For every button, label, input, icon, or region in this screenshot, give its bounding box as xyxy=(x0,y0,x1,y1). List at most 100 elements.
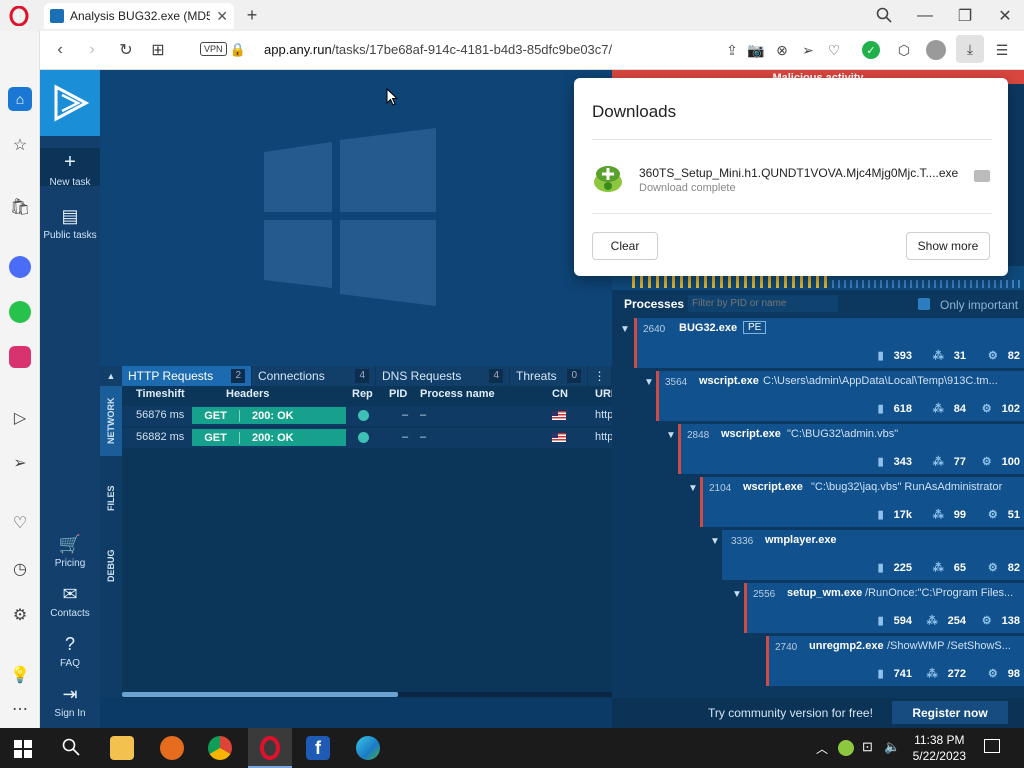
instagram-icon[interactable] xyxy=(9,346,31,368)
settings-gear-icon[interactable]: ⚙ xyxy=(8,603,32,627)
tab-threats[interactable]: Threats 0 xyxy=(510,366,588,386)
download-item[interactable]: 360TS_Setup_Mini.h1.QUNDT1VOVA.Mjc4Mjg0M… xyxy=(592,158,992,198)
faq-button[interactable]: ? FAQ xyxy=(40,634,100,669)
table-row[interactable]: 56876 ms GET 200: OK – – http xyxy=(122,406,613,426)
minimize-window-icon[interactable]: — xyxy=(914,5,936,27)
more-menu-icon[interactable]: ⋮ xyxy=(588,366,612,386)
expand-caret-icon[interactable]: ▼ xyxy=(620,324,630,335)
restore-window-icon[interactable]: ❐ xyxy=(954,5,976,27)
tray-volume-icon[interactable]: 🔈 xyxy=(884,739,900,755)
col-process-name[interactable]: Process name xyxy=(420,388,495,400)
home-icon[interactable]: ⌂ xyxy=(8,87,32,111)
firefox-icon[interactable] xyxy=(160,736,184,760)
search-icon[interactable] xyxy=(62,738,82,758)
tab-grid-icon[interactable]: ⊞ xyxy=(148,40,168,60)
col-rep[interactable]: Rep xyxy=(352,388,373,400)
security-check-icon[interactable]: ✓ xyxy=(862,41,880,59)
process-row[interactable]: 2740 unregmp2.exe /ShowWMP /SetShowS... … xyxy=(766,636,1024,686)
file-explorer-icon[interactable] xyxy=(110,736,134,760)
collapse-panel-icon[interactable]: ▲ xyxy=(100,366,122,386)
chrome-icon[interactable] xyxy=(208,736,232,760)
process-row[interactable]: 3564 wscript.exe C:\Users\admin\AppData\… xyxy=(656,371,1024,421)
tab-close-icon[interactable]: ✕ xyxy=(216,8,228,25)
col-cn[interactable]: CN xyxy=(552,388,568,400)
vtab-network[interactable]: NETWORK xyxy=(100,386,122,456)
facebook-icon[interactable]: f xyxy=(306,736,330,760)
vtab-files[interactable]: FILES xyxy=(100,468,122,528)
downloads-icon[interactable]: ⤓ xyxy=(956,35,984,63)
community-link[interactable]: Try community version for free! xyxy=(708,706,873,720)
notification-center-icon[interactable] xyxy=(984,739,1000,753)
more-dots-icon[interactable]: ⋯ xyxy=(8,697,32,721)
table-row[interactable]: 56882 ms GET 200: OK – – http xyxy=(122,428,613,448)
contacts-button[interactable]: ✉ Contacts xyxy=(40,584,100,619)
process-filter-input[interactable] xyxy=(688,295,838,312)
expand-caret-icon[interactable]: ▼ xyxy=(710,536,720,547)
bookmarks-star-icon[interactable]: ☆ xyxy=(8,133,32,157)
vtab-debug[interactable]: DEBUG xyxy=(100,536,122,596)
tray-network-icon[interactable]: ⊡ xyxy=(862,739,873,755)
clear-button[interactable]: Clear xyxy=(592,232,658,260)
edge-icon[interactable] xyxy=(356,736,380,760)
expand-caret-icon[interactable]: ▼ xyxy=(666,430,676,441)
share-icon[interactable]: ⇪ xyxy=(722,40,742,60)
snapshot-camera-icon[interactable]: 📷 xyxy=(746,40,766,60)
sign-in-button[interactable]: ⇥ Sign In xyxy=(40,684,100,719)
only-important-checkbox[interactable] xyxy=(918,298,930,310)
heart-icon[interactable]: ♡ xyxy=(8,511,32,535)
profile-avatar-icon[interactable] xyxy=(926,40,946,60)
adblock-icon[interactable]: ⊗ xyxy=(772,40,792,60)
opera-logo-icon[interactable] xyxy=(8,6,30,26)
opera-taskbar-icon[interactable] xyxy=(248,728,292,768)
search-tabs-icon[interactable] xyxy=(874,5,894,25)
tab-http-requests[interactable]: HTTP Requests 2 xyxy=(122,366,252,386)
shopping-bag-icon[interactable]: 🛍 xyxy=(8,195,32,219)
favorite-heart-icon[interactable]: ♡ xyxy=(824,40,844,60)
vpn-badge[interactable]: VPN xyxy=(200,42,227,56)
process-row[interactable]: 2556 setup_wm.exe /RunOnce:"C:\Program F… xyxy=(744,583,1024,633)
player-icon[interactable]: ▷ xyxy=(8,406,32,430)
browser-tab-active[interactable]: Analysis BUG32.exe (MD5: ✕ xyxy=(44,3,234,29)
expand-caret-icon[interactable]: ▼ xyxy=(732,589,742,600)
close-window-icon[interactable]: ✕ xyxy=(994,5,1016,27)
expand-caret-icon[interactable]: ▼ xyxy=(688,483,698,494)
back-icon[interactable]: ‹ xyxy=(50,40,70,60)
vm-desktop-preview[interactable] xyxy=(100,70,612,366)
process-row[interactable]: 3336 wmplayer.exe ▮ 225 ⁂ 65 ⚙ 82 xyxy=(722,530,1024,580)
process-row[interactable]: 2104 wscript.exe "C:\bug32\jaq.vbs" RunA… xyxy=(700,477,1024,527)
col-headers[interactable]: Headers xyxy=(226,388,269,400)
process-row[interactable]: 2848 wscript.exe "C:\BUG32\admin.vbs" ▮ 3… xyxy=(678,424,1024,474)
register-now-button[interactable]: Register now xyxy=(892,701,1008,724)
new-tab-icon[interactable]: + xyxy=(242,5,262,25)
history-clock-icon[interactable]: ◷ xyxy=(8,557,32,581)
whatsapp-icon[interactable] xyxy=(9,301,31,323)
url-field[interactable]: app.any.run/tasks/17be68af-914c-4181-b4d… xyxy=(264,42,612,57)
expand-caret-icon[interactable]: ▼ xyxy=(644,377,654,388)
col-timeshift[interactable]: Timeshift xyxy=(136,388,185,400)
tray-chevron-icon[interactable]: ︿ xyxy=(816,740,828,757)
public-tasks-button[interactable]: ▤ Public tasks xyxy=(40,206,100,241)
start-windows-icon[interactable] xyxy=(14,740,32,758)
download-file-name[interactable]: 360TS_Setup_Mini.h1.QUNDT1VOVA.Mjc4Mjg0M… xyxy=(639,166,958,180)
pricing-button[interactable]: 🛒 Pricing xyxy=(40,534,100,569)
new-task-button[interactable]: + New task xyxy=(40,148,100,188)
extensions-cube-icon[interactable]: ⬡ xyxy=(894,40,914,60)
show-more-button[interactable]: Show more xyxy=(906,232,990,260)
forward-icon[interactable]: › xyxy=(82,40,102,60)
send-page-icon[interactable]: ➢ xyxy=(798,40,818,60)
messenger-icon[interactable] xyxy=(9,256,31,278)
lock-icon[interactable]: 🔒 xyxy=(230,41,246,59)
tray-app-icon[interactable] xyxy=(838,740,854,756)
process-row[interactable]: 2640 BUG32.exe PE ▮ 393 ⁂ 31 ⚙ 82 xyxy=(634,318,1024,368)
col-pid[interactable]: PID xyxy=(389,388,407,400)
reload-icon[interactable]: ↻ xyxy=(116,40,136,60)
anyrun-logo-icon[interactable] xyxy=(40,70,100,136)
easy-setup-icon[interactable]: ☰ xyxy=(992,40,1012,60)
send-icon[interactable]: ➢ xyxy=(8,451,32,475)
scrollbar-thumb[interactable] xyxy=(122,692,398,697)
tips-bulb-icon[interactable]: 💡 xyxy=(8,663,32,687)
open-folder-icon[interactable] xyxy=(974,170,990,182)
tab-dns-requests[interactable]: DNS Requests 4 xyxy=(376,366,510,386)
horizontal-scrollbar[interactable] xyxy=(122,692,612,697)
taskbar-clock[interactable]: 11:38 PM 5/22/2023 xyxy=(913,732,966,764)
